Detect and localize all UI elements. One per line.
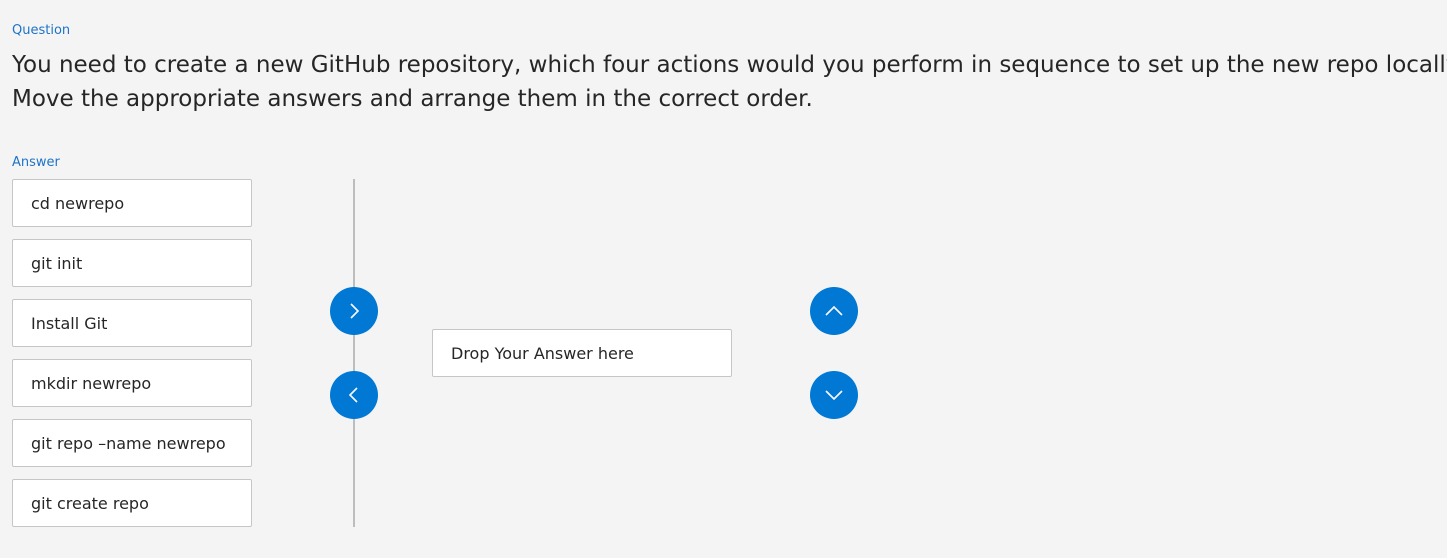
- answer-option-git-init[interactable]: git init: [12, 239, 252, 287]
- answer-options-list: cd newrepo git init Install Git mkdir ne…: [12, 179, 252, 539]
- answer-option-cd-newrepo[interactable]: cd newrepo: [12, 179, 252, 227]
- answer-option-mkdir-newrepo[interactable]: mkdir newrepo: [12, 359, 252, 407]
- answer-option-git-repo-name[interactable]: git repo –name newrepo: [12, 419, 252, 467]
- answer-option-git-create-repo[interactable]: git create repo: [12, 479, 252, 527]
- answer-drop-zone[interactable]: Drop Your Answer here: [432, 329, 732, 377]
- column-divider: [353, 179, 355, 527]
- chevron-down-icon: [824, 385, 844, 405]
- answer-label: Answer: [12, 155, 60, 170]
- move-left-button[interactable]: [330, 371, 378, 419]
- move-down-button[interactable]: [810, 371, 858, 419]
- chevron-left-icon: [345, 386, 363, 404]
- question-text: You need to create a new GitHub reposito…: [12, 48, 1447, 116]
- question-label: Question: [12, 23, 71, 38]
- answer-option-install-git[interactable]: Install Git: [12, 299, 252, 347]
- question-line-1: You need to create a new GitHub reposito…: [12, 52, 1447, 78]
- chevron-up-icon: [824, 301, 844, 321]
- question-line-2: Move the appropriate answers and arrange…: [12, 86, 813, 112]
- chevron-right-icon: [345, 302, 363, 320]
- move-up-button[interactable]: [810, 287, 858, 335]
- move-right-button[interactable]: [330, 287, 378, 335]
